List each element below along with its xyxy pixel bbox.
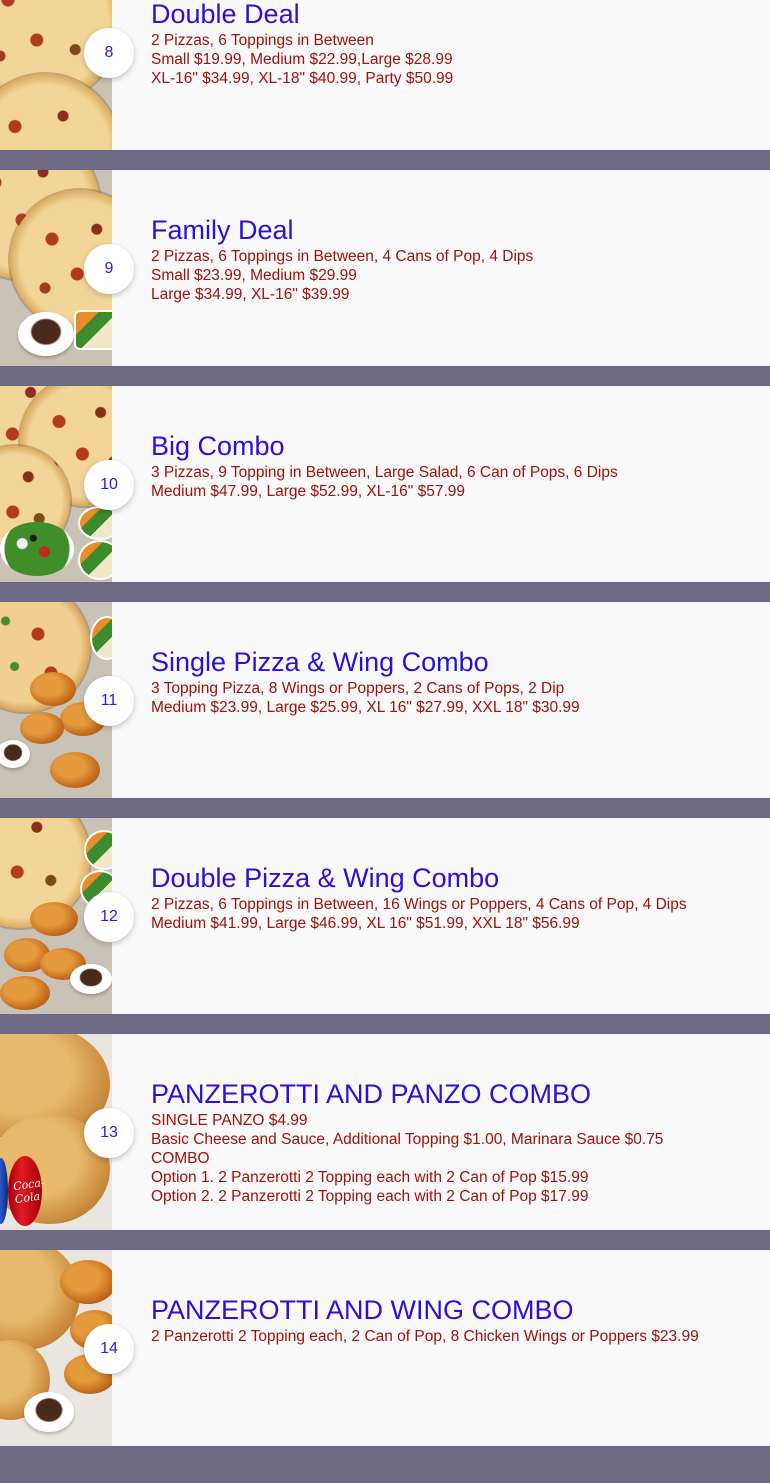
- menu-item-card[interactable]: 10 Big Combo 3 Pizzas, 9 Topping in Betw…: [0, 386, 770, 582]
- item-description: 2 Pizzas, 6 Toppings in Between: [151, 32, 374, 49]
- item-number-badge: 8: [84, 28, 134, 78]
- item-number-badge: 12: [84, 892, 134, 942]
- double-deal-image: [0, 0, 112, 150]
- menu-item-card[interactable]: 8 Double Deal 2 Pizzas, 6 Toppings in Be…: [0, 0, 770, 150]
- item-price: Medium $23.99, Large $25.99, XL 16" $27.…: [151, 699, 580, 716]
- item-description: 3 Topping Pizza, 8 Wings or Poppers, 2 C…: [151, 680, 565, 697]
- item-number-badge: 11: [84, 676, 134, 726]
- menu-item-card[interactable]: 11 Single Pizza & Wing Combo 3 Topping P…: [0, 602, 770, 798]
- item-title[interactable]: Single Pizza & Wing Combo: [151, 647, 730, 677]
- item-title[interactable]: PANZEROTTI AND PANZO COMBO: [151, 1079, 730, 1109]
- item-description: SINGLE PANZO $4.99: [151, 1112, 308, 1129]
- menu-item-card[interactable]: 12 Double Pizza & Wing Combo 2 Pizzas, 6…: [0, 818, 770, 1014]
- item-description: Basic Cheese and Sauce, Additional Toppi…: [151, 1131, 664, 1148]
- item-price: Large $34.99, XL-16" $39.99: [151, 286, 350, 303]
- item-description: 2 Pizzas, 6 Toppings in Between, 4 Cans …: [151, 248, 534, 265]
- item-number-badge: 13: [84, 1108, 134, 1158]
- item-price: Option 1. 2 Panzerotti 2 Topping each wi…: [151, 1169, 589, 1186]
- item-number-badge: 9: [84, 244, 134, 294]
- item-description: 3 Pizzas, 9 Topping in Between, Large Sa…: [151, 464, 618, 481]
- item-price: Small $23.99, Medium $29.99: [151, 267, 357, 284]
- item-title[interactable]: Family Deal: [151, 215, 730, 245]
- item-title[interactable]: PANZEROTTI AND WING COMBO: [151, 1295, 730, 1325]
- item-price: Small $19.99, Medium $22.99,Large $28.99: [151, 51, 453, 68]
- item-price: Medium $41.99, Large $46.99, XL 16" $51.…: [151, 915, 580, 932]
- menu-item-card[interactable]: 14 PANZEROTTI AND WING COMBO 2 Panzerott…: [0, 1250, 770, 1446]
- menu-item-card[interactable]: 9 Family Deal 2 Pizzas, 6 Toppings in Be…: [0, 170, 770, 366]
- item-price: XL-16" $34.99, XL-18" $40.99, Party $50.…: [151, 70, 454, 87]
- item-number-badge: 10: [84, 460, 134, 510]
- item-description: COMBO: [151, 1150, 210, 1167]
- item-price: Medium $47.99, Large $52.99, XL-16" $57.…: [151, 483, 466, 500]
- coca-cola-logo: Coca-Cola: [12, 1175, 46, 1207]
- item-number-badge: 14: [84, 1324, 134, 1374]
- item-title[interactable]: Double Deal: [151, 0, 730, 29]
- item-price: Option 2. 2 Panzerotti 2 Topping each wi…: [151, 1188, 589, 1205]
- item-title[interactable]: Double Pizza & Wing Combo: [151, 863, 730, 893]
- item-title[interactable]: Big Combo: [151, 431, 730, 461]
- item-description: 2 Panzerotti 2 Topping each, 2 Can of Po…: [151, 1328, 699, 1345]
- item-description: 2 Pizzas, 6 Toppings in Between, 16 Wing…: [151, 896, 687, 913]
- menu-item-card[interactable]: Coca-Cola 13 PANZEROTTI AND PANZO COMBO …: [0, 1034, 770, 1230]
